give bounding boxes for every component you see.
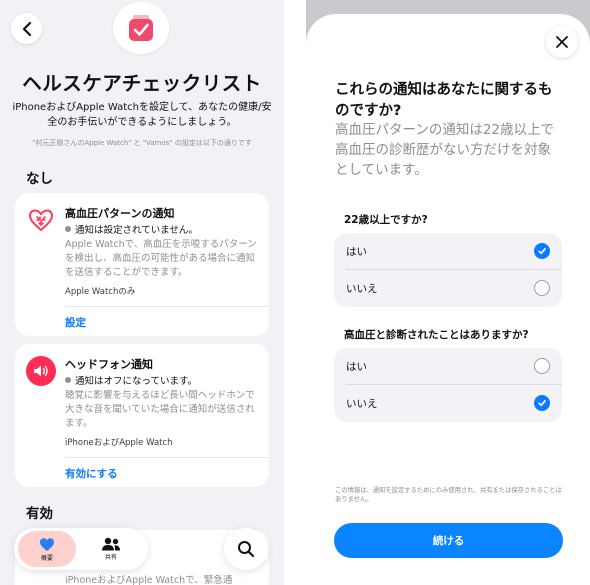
section-header-active: 有効 [26,506,53,522]
status-dot-icon [65,226,71,232]
hypertension-notification-card: 高血圧パターンの通知 通知は設定されていません。 Apple Watchで、高血… [15,193,269,336]
sheet-title: これらの通知はあなたに関するものですか? [335,82,553,119]
option-label: いいえ [346,398,378,410]
empty-circle-icon [534,358,550,374]
option-diagnosis-no[interactable]: いいえ [334,385,562,422]
option-label: はい [346,246,367,258]
eligibility-modal-backdrop: これらの通知はあなたに関するものですか? 高血圧パターンの通知は22歳以上で高血… [306,0,590,585]
health-checklist-panel: ヘルスケアチェックリスト iPhoneおよびApple Watchを設定して、あ… [0,0,284,585]
card-body: iPhoneおよびApple Watchで、緊急通 [65,575,233,585]
settings-note: "村元正剛さんのApple Watch" と "Vamos" の設定は以下の通り… [32,139,252,147]
card-status-text: 通知はオフになっています。 [75,376,198,387]
option-age-yes[interactable]: はい [334,233,562,270]
card-status-text: 通知は設定されていません。 [75,225,198,236]
option-age-no[interactable]: いいえ [334,270,562,307]
setup-link[interactable]: 設定 [65,315,86,330]
privacy-footnote: この情報は、通知を設定するためにのみ使用され、共有または保存されることはありませ… [335,487,562,503]
tab-summary[interactable]: 概要 [18,528,76,570]
status-dot-icon [65,377,71,383]
back-button[interactable] [11,13,42,44]
card-title: 高血圧パターンの通知 [65,207,175,220]
option-label: いいえ [346,283,378,295]
tab-label: 共有 [104,554,117,561]
search-button[interactable] [224,528,268,570]
close-button[interactable] [546,26,578,58]
heart-icon [40,537,54,551]
card-status: 通知はオフになっています。 [65,373,197,387]
card-device: iPhoneおよびApple Watch [65,438,173,448]
option-label: はい [346,361,367,373]
divider [65,306,269,307]
checkmark-circle-icon [534,243,550,259]
sheet-subtitle: 高血圧パターンの通知は22歳以上で高血圧の診断歴がない方だけを対象としています。 [335,122,555,178]
divider [65,457,269,458]
enable-link[interactable]: 有効にする [65,466,118,481]
close-icon [556,36,568,48]
page-title: ヘルスケアチェックリスト [22,72,262,95]
card-body: 聴覚に影響を与えるほど長い間ヘッドホンで大きな音を聞いていた場合に通知が送信され… [65,390,255,429]
card-device: Apple Watchのみ [65,287,136,297]
card-body: Apple Watchで、高血圧を示唆するパターンを検出し、高血圧の可能性がある… [65,239,257,278]
card-status: 通知は設定されていません。 [65,222,198,236]
tab-sharing[interactable]: 共有 [82,528,140,570]
question-diagnosis-options: はい いいえ [334,348,562,422]
tab-label: 概要 [40,554,53,562]
question-age-options: はい いいえ [334,233,562,307]
speaker-icon [26,356,56,386]
people-icon [102,537,120,551]
checklist-app-icon [113,2,169,54]
page-description: iPhoneおよびApple Watchを設定して、あなたの健康/安全のお手伝い… [12,102,272,128]
chevron-left-icon [22,21,31,36]
headphone-notification-card: ヘッドフォン通知 通知はオフになっています。 聴覚に影響を与えるほど長い間ヘッド… [15,344,269,487]
search-icon [238,541,255,558]
card-title: ヘッドフォン通知 [65,358,153,371]
empty-circle-icon [534,280,550,296]
section-header-none: なし [26,171,53,187]
question-diagnosis-label: 高血圧と診断されたことはありますか? [344,329,529,341]
question-age-label: 22歳以上ですか? [344,214,428,226]
eligibility-sheet: これらの通知はあなたに関するものですか? 高血圧パターンの通知は22歳以上で高血… [306,14,590,585]
continue-button[interactable]: 続ける [334,523,563,558]
option-diagnosis-yes[interactable]: はい [334,348,562,385]
checkmark-circle-icon [534,395,550,411]
tab-bar: 概要 共有 [14,528,148,570]
heart-arrows-icon [26,205,56,235]
